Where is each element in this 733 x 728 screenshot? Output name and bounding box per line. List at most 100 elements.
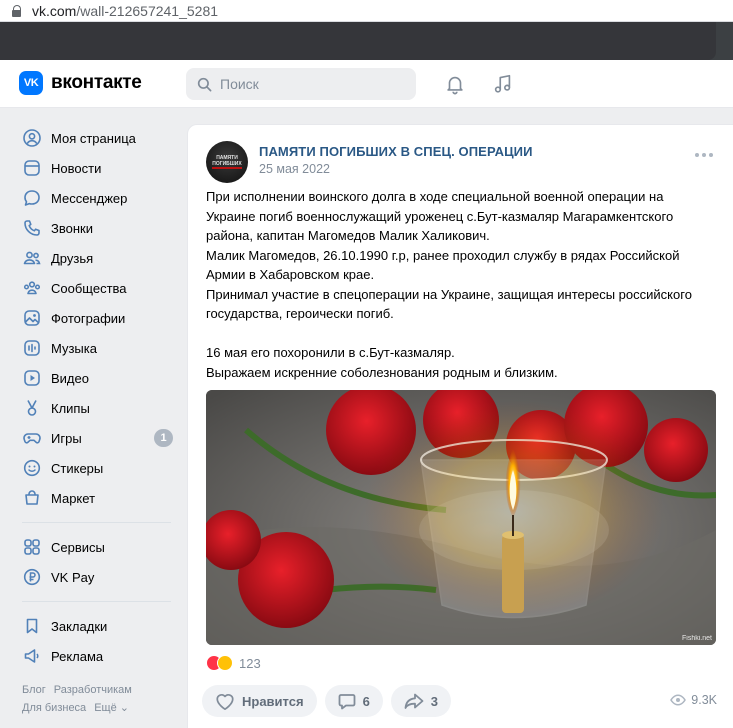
group-avatar[interactable]: ПАМЯТИ ПОГИБШИХ — [206, 141, 248, 183]
post-text-line: 16 мая его похоронили в с.Бут-казмаляр. — [206, 345, 455, 360]
avatar-logo-text: ПАМЯТИ ПОГИБШИХ — [212, 155, 242, 167]
sidebar-item-services[interactable]: Сервисы — [14, 532, 179, 562]
sidebar-divider — [22, 601, 171, 602]
sidebar-item-label: Звонки — [51, 220, 93, 236]
sidebar-item-calls[interactable]: Звонки — [14, 213, 179, 243]
sad-reaction-icon — [217, 655, 233, 671]
sidebar-item-vk-pay[interactable]: VK Pay — [14, 562, 179, 592]
vkpay-icon — [22, 567, 42, 587]
comments-count: 6 — [362, 693, 370, 709]
music-icon — [22, 338, 42, 358]
photo-icon — [22, 308, 42, 328]
footer-link-developers[interactable]: Разработчикам — [54, 684, 132, 696]
wall-post-card: ПАМЯТИ ПОГИБШИХ ПАМЯТИ ПОГИБШИХ В СПЕЦ. … — [187, 124, 733, 728]
post-text-line: Армии в Хабаровском крае. — [206, 267, 375, 282]
carnations-candle-photo — [206, 390, 716, 645]
clips-icon — [22, 398, 42, 418]
music-note-icon[interactable] — [491, 72, 515, 96]
group-name-link[interactable]: ПАМЯТИ ПОГИБШИХ В СПЕЦ. ОПЕРАЦИИ — [259, 144, 533, 159]
url-host: vk.com — [32, 2, 77, 19]
sidebar-item-label: Новости — [51, 160, 102, 176]
sidebar-item-clips[interactable]: Клипы — [14, 393, 179, 423]
share-icon — [404, 693, 424, 709]
vk-logo[interactable]: VK вконтакте — [19, 71, 142, 95]
sidebar-item-games[interactable]: Игры 1 — [14, 423, 179, 453]
photo-credit: Fishki.net — [682, 635, 712, 642]
post-actions: Нравится 6 3 — [202, 685, 452, 717]
sidebar-item-label: Фотографии — [51, 310, 126, 326]
comment-button[interactable]: 6 — [324, 685, 383, 717]
reactions-summary[interactable]: 123 — [206, 655, 261, 671]
address-text[interactable]: vk.com/wall-212657241_5281 — [32, 3, 218, 19]
sidebar-item-bookmarks[interactable]: Закладки — [14, 611, 179, 641]
communities-icon — [22, 278, 42, 298]
sidebar-item-ads[interactable]: Реклама — [14, 641, 179, 671]
sidebar-item-label: Игры — [51, 430, 82, 446]
news-icon — [22, 158, 42, 178]
sidebar-item-label: Реклама — [51, 648, 104, 664]
sidebar-item-friends[interactable]: Друзья — [14, 243, 179, 273]
ads-icon — [22, 646, 42, 666]
sidebar-item-stickers[interactable]: Стикеры — [14, 453, 179, 483]
sidebar-item-my-page[interactable]: Моя страница — [14, 123, 179, 153]
sidebar-divider — [22, 522, 171, 523]
sidebar-item-label: Маркет — [51, 490, 96, 506]
search-icon — [197, 77, 212, 91]
sidebar-item-label: Сервисы — [51, 539, 105, 555]
like-button-label: Нравится — [242, 693, 304, 709]
post-date[interactable]: 25 мая 2022 — [259, 162, 330, 176]
tab-strip-area — [0, 22, 716, 60]
sidebar-item-label: Мессенджер — [51, 190, 128, 206]
url-path: /wall-212657241_5281 — [76, 2, 219, 19]
search-input[interactable] — [220, 76, 400, 92]
sidebar-item-label: Сообщества — [51, 280, 127, 296]
sidebar-item-label: VK Pay — [51, 569, 95, 585]
sidebar-item-label: Видео — [51, 370, 89, 386]
services-icon — [22, 537, 42, 557]
post-text-line: государства, героически погиб. — [206, 306, 394, 321]
sidebar-item-label: Стикеры — [51, 460, 104, 476]
search-box[interactable] — [186, 68, 416, 100]
avatar-red-stripe — [212, 167, 242, 169]
sticker-icon — [22, 458, 42, 478]
footer-link-more[interactable]: Ещё ⌄ — [94, 702, 129, 714]
post-text-line: Украине погиб военнослужащий уроженец с.… — [206, 208, 674, 224]
footer-link-business[interactable]: Для бизнеса — [22, 702, 86, 714]
games-icon — [22, 428, 42, 448]
like-button[interactable]: Нравится — [202, 685, 317, 717]
sidebar-footer-links: Блог Разработчикам Для бизнеса Ещё ⌄ — [14, 681, 179, 717]
sidebar-item-news[interactable]: Новости — [14, 153, 179, 183]
eye-icon — [670, 694, 687, 706]
bookmark-icon — [22, 616, 42, 636]
reactions-count: 123 — [239, 655, 261, 671]
phone-icon — [22, 218, 42, 238]
sidebar-item-photos[interactable]: Фотографии — [14, 303, 179, 333]
sidebar-item-label: Клипы — [51, 400, 90, 416]
browser-tab-strip — [0, 22, 733, 60]
friends-icon — [22, 248, 42, 268]
sidebar-item-messenger[interactable]: Мессенджер — [14, 183, 179, 213]
post-text-line: района, капитан Магомедов Малик Халикови… — [206, 228, 490, 243]
share-button[interactable]: 3 — [390, 685, 452, 717]
more-options-icon[interactable] — [695, 153, 713, 157]
sidebar-item-video[interactable]: Видео — [14, 363, 179, 393]
sidebar-item-market[interactable]: Маркет — [14, 483, 179, 513]
notifications-bell-icon[interactable] — [443, 72, 467, 96]
sidebar-item-communities[interactable]: Сообщества — [14, 273, 179, 303]
message-icon — [22, 188, 42, 208]
footer-link-blog[interactable]: Блог — [22, 684, 46, 696]
heart-icon — [216, 694, 234, 711]
shares-count: 3 — [430, 693, 439, 709]
top-header: VK вконтакте — [0, 60, 733, 108]
browser-address-bar[interactable]: vk.com/wall-212657241_5281 — [0, 0, 733, 22]
post-photo[interactable]: Fishki.net — [206, 390, 716, 645]
lock-icon — [12, 4, 22, 17]
sidebar-item-label: Друзья — [51, 250, 94, 266]
post-text-line: Принимал участие в спецоперации на Украи… — [206, 286, 692, 302]
user-circle-icon — [22, 128, 42, 148]
views-count: 9.3K — [691, 693, 717, 707]
post-text-blank-line — [206, 324, 716, 344]
sidebar-item-music[interactable]: Музыка — [14, 333, 179, 363]
views-counter: 9.3K — [670, 693, 717, 707]
market-icon — [22, 488, 42, 508]
